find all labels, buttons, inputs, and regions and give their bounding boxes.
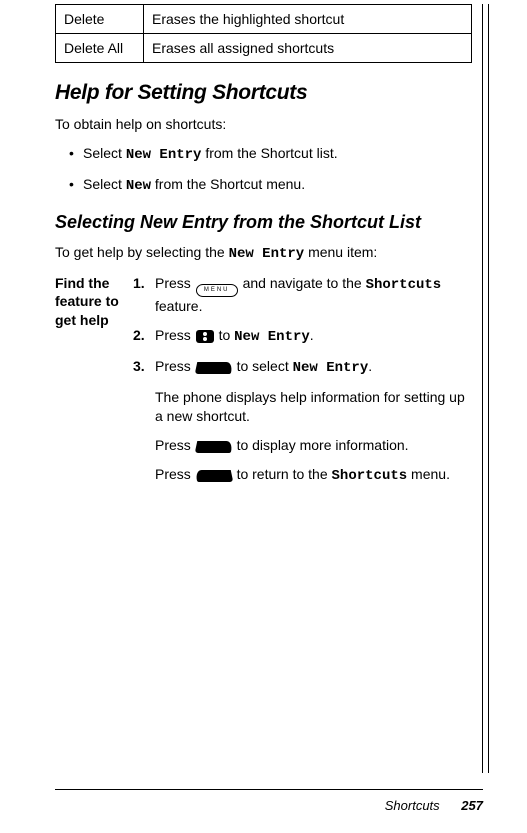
table-row: Delete Erases the highlighted shortcut [56, 5, 472, 34]
text-fragment: and navigate to the [239, 275, 366, 291]
step-continuation: Press to return to the Shortcuts menu. [155, 465, 472, 486]
right-softkey-icon [194, 441, 233, 453]
function-table: Delete Erases the highlighted shortcut D… [55, 4, 472, 63]
ui-term: New Entry [229, 246, 305, 262]
list-item: Select New from the Shortcut menu. [55, 175, 472, 196]
text-fragment: to return to the [233, 466, 332, 482]
ui-term: Shortcuts [366, 277, 442, 293]
table-cell-desc: Erases the highlighted shortcut [144, 5, 472, 34]
text-fragment: Press [155, 327, 195, 343]
ui-term: Shortcuts [332, 468, 408, 484]
step-item: 3. Press to select New Entry. [133, 357, 472, 378]
step-continuation: Press to display more information. [155, 436, 472, 455]
procedure-steps: 1. Press MENU and navigate to the Shortc… [133, 274, 472, 495]
step-item: 1. Press MENU and navigate to the Shortc… [133, 274, 472, 316]
ui-term: New Entry [126, 147, 202, 163]
list-item: Select New Entry from the Shortcut list. [55, 144, 472, 165]
text-fragment: Press [155, 466, 195, 482]
right-softkey-icon [194, 362, 233, 374]
step-body: Press to select New Entry. [155, 357, 472, 378]
step-layout: Find the feature to get help 1. Press ME… [55, 274, 472, 495]
text-fragment: to select [233, 358, 293, 374]
text-fragment: . [310, 327, 314, 343]
page-margin-ornament [482, 4, 483, 773]
page-content: Delete Erases the highlighted shortcut D… [0, 4, 527, 495]
text-fragment: to [215, 327, 234, 343]
text-fragment: . [368, 358, 372, 374]
footer-page-number: 257 [461, 798, 483, 813]
step-number: 3. [133, 357, 155, 378]
table-cell-name: Delete [56, 5, 144, 34]
scroll-key-icon [196, 330, 214, 343]
text-fragment: menu. [407, 466, 450, 482]
bullet-list: Select New Entry from the Shortcut list.… [55, 144, 472, 196]
text-fragment: to display more information. [233, 437, 409, 453]
ui-term: New Entry [234, 329, 310, 345]
step-number: 2. [133, 326, 155, 347]
text-fragment: To get help by selecting the [55, 244, 229, 260]
step-number: 1. [133, 274, 155, 316]
ui-term: New Entry [293, 360, 369, 376]
ui-term: New [126, 178, 151, 194]
table-cell-desc: Erases all assigned shortcuts [144, 34, 472, 63]
page-footer: Shortcuts 257 [55, 789, 483, 813]
step-body: Press to New Entry. [155, 326, 472, 347]
text-fragment: Press [155, 275, 195, 291]
procedure-label: Find the feature to get help [55, 274, 133, 329]
text-fragment: from the Shortcut list. [201, 145, 337, 161]
step-item: 2. Press to New Entry. [133, 326, 472, 347]
step-body: Press MENU and navigate to the Shortcuts… [155, 274, 472, 316]
text-fragment: Select [83, 145, 126, 161]
text-fragment: Press [155, 358, 195, 374]
table-row: Delete All Erases all assigned shortcuts [56, 34, 472, 63]
text-fragment: Press [155, 437, 195, 453]
text-fragment: from the Shortcut menu. [151, 176, 305, 192]
step-continuation: The phone displays help information for … [155, 388, 472, 426]
intro-text: To obtain help on shortcuts: [55, 115, 472, 134]
left-softkey-icon [194, 470, 233, 482]
footer-section-label: Shortcuts [385, 798, 440, 813]
table-cell-name: Delete All [56, 34, 144, 63]
subheading-selecting: Selecting New Entry from the Shortcut Li… [55, 212, 472, 234]
text-fragment: menu item: [304, 244, 377, 260]
section-heading-help: Help for Setting Shortcuts [55, 81, 472, 105]
text-fragment: feature. [155, 298, 202, 314]
intro-text-2: To get help by selecting the New Entry m… [55, 243, 472, 264]
menu-key-icon: MENU [196, 284, 238, 297]
text-fragment: Select [83, 176, 126, 192]
